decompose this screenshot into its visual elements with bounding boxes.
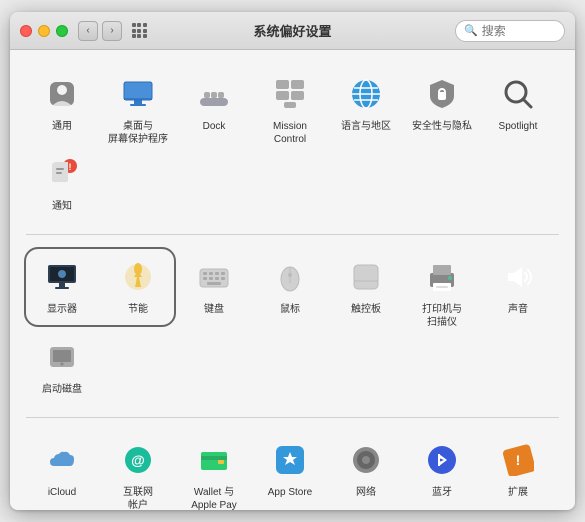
pref-item-extensions[interactable]: ! 扩展 [482,432,554,508]
pref-item-energy[interactable]: 节能 [102,249,174,325]
label-bluetooth: 蓝牙 [432,486,452,499]
forward-button[interactable]: › [102,21,122,41]
icon-spotlight [496,72,540,116]
system-preferences-window: ‹ › 系统偏好设置 🔍 通用 桌面与 屏幕保护程序 Dock Mission Con… [10,12,575,510]
maximize-button[interactable] [56,25,68,37]
label-desktop: 桌面与 屏幕保护程序 [108,120,168,146]
label-display: 显示器 [47,303,77,316]
pref-item-desktop[interactable]: 桌面与 屏幕保护程序 [102,66,174,142]
label-sound: 声音 [508,303,528,316]
icon-bluetooth [420,438,464,482]
label-general: 通用 [52,120,72,133]
icon-desktop [116,72,160,116]
label-dock: Dock [203,120,226,133]
icon-internet: @ [116,438,160,482]
items-grid-section2: 显示器节能键盘鼠标触控板打印机与 扫描仪声音启动磁盘 [26,245,559,409]
grid-view-button[interactable] [128,20,150,42]
label-mission: Mission Control [273,120,307,146]
label-internet: 互联网 帐户 [123,486,153,510]
label-language: 语言与地区 [341,120,391,133]
label-spotlight: Spotlight [499,120,538,133]
pref-item-icloud[interactable]: iCloud [26,432,98,508]
svg-text:!: ! [69,162,72,172]
label-security: 安全性与隐私 [412,120,472,133]
label-wallet: Wallet 与 Apple Pay [191,486,237,510]
icon-icloud [40,438,84,482]
minimize-button[interactable] [38,25,50,37]
icon-energy [116,255,160,299]
pref-item-notification[interactable]: ! 通知 [26,146,98,222]
pref-item-keyboard[interactable]: 键盘 [178,249,250,325]
back-button[interactable]: ‹ [78,21,98,41]
pref-item-trackpad[interactable]: 触控板 [330,249,402,325]
pref-item-startup[interactable]: 启动磁盘 [26,329,98,405]
window-title: 系统偏好设置 [253,21,331,40]
pref-item-network[interactable]: 网络 [330,432,402,508]
label-extensions: 扩展 [508,486,528,499]
icon-trackpad [344,255,388,299]
pref-item-mouse[interactable]: 鼠标 [254,249,326,325]
icon-dock [192,72,236,116]
pref-item-general[interactable]: 通用 [26,66,98,142]
svg-text:@: @ [131,452,145,468]
label-icloud: iCloud [48,486,76,499]
pref-item-mission[interactable]: Mission Control [254,66,326,142]
label-printer: 打印机与 扫描仪 [422,303,462,329]
label-startup: 启动磁盘 [42,383,82,396]
pref-item-display[interactable]: 显示器 [26,249,98,325]
pref-item-internet[interactable]: @ 互联网 帐户 [102,432,174,508]
label-trackpad: 触控板 [351,303,381,316]
pref-item-printer[interactable]: 打印机与 扫描仪 [406,249,478,325]
icon-network [344,438,388,482]
icon-printer [420,255,464,299]
icon-sound [496,255,540,299]
search-input[interactable] [482,24,562,38]
pref-item-sound[interactable]: 声音 [482,249,554,325]
icon-mouse [268,255,312,299]
titlebar: ‹ › 系统偏好设置 🔍 [10,12,575,50]
label-notification: 通知 [52,200,72,213]
pref-item-wallet[interactable]: Wallet 与 Apple Pay [178,432,250,508]
icon-startup [40,335,84,379]
items-grid-section1: 通用 桌面与 屏幕保护程序 Dock Mission Control 语言与地区 安全性与… [26,62,559,226]
close-button[interactable] [20,25,32,37]
icon-mission [268,72,312,116]
search-icon: 🔍 [464,24,478,37]
search-box[interactable]: 🔍 [455,20,565,42]
section-section1: 通用 桌面与 屏幕保护程序 Dock Mission Control 语言与地区 安全性与… [26,62,559,226]
label-network: 网络 [356,486,376,499]
icon-extensions: ! [496,438,540,482]
pref-item-security[interactable]: 安全性与隐私 [406,66,478,142]
pref-item-spotlight[interactable]: Spotlight [482,66,554,142]
icon-keyboard [192,255,236,299]
icon-notification: ! [40,152,84,196]
icon-display [40,255,84,299]
nav-buttons: ‹ › [78,21,122,41]
label-appstore: App Store [268,486,312,499]
svg-text:!: ! [516,452,521,468]
items-grid-section3: iCloud @ 互联网 帐户 Wallet 与 Apple Pay App Store… [26,428,559,510]
label-keyboard: 键盘 [204,303,224,316]
label-mouse: 鼠标 [280,303,300,316]
pref-item-language[interactable]: 语言与地区 [330,66,402,142]
section-section2: 显示器节能键盘鼠标触控板打印机与 扫描仪声音启动磁盘 [26,245,559,409]
pref-item-appstore[interactable]: App Store [254,432,326,508]
pref-item-dock[interactable]: Dock [178,66,250,142]
icon-general [40,72,84,116]
preferences-content: 通用 桌面与 屏幕保护程序 Dock Mission Control 语言与地区 安全性与… [10,50,575,510]
section-divider-1 [26,234,559,235]
icon-appstore [268,438,312,482]
traffic-lights [20,25,68,37]
pref-item-bluetooth[interactable]: 蓝牙 [406,432,478,508]
icon-wallet [192,438,236,482]
section-section3: iCloud @ 互联网 帐户 Wallet 与 Apple Pay App Store… [26,428,559,510]
section-divider-2 [26,417,559,418]
icon-language [344,72,388,116]
label-energy: 节能 [128,303,148,316]
icon-security [420,72,464,116]
grid-icon [132,23,147,38]
